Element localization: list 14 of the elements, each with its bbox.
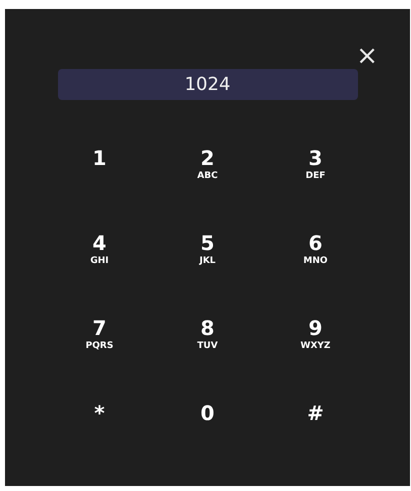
close-button[interactable]: × <box>352 43 382 69</box>
dial-key[interactable]: * <box>72 401 128 445</box>
dial-key[interactable]: 6 MNO <box>288 231 344 275</box>
number-field[interactable]: 1024 <box>58 69 358 100</box>
dial-key[interactable]: 2 ABC <box>180 146 236 190</box>
dial-key[interactable]: 8 TUV <box>180 316 236 360</box>
dial-key[interactable]: # <box>288 401 344 445</box>
dial-key[interactable]: 7 PQRS <box>72 316 128 360</box>
dial-key[interactable]: 9 WXYZ <box>288 316 344 360</box>
dial-key[interactable]: 3 DEF <box>288 146 344 190</box>
dial-key[interactable]: 5 JKL <box>180 231 236 275</box>
dial-key[interactable]: 4 GHI <box>72 231 128 275</box>
dial-key[interactable]: 1 <box>72 146 128 190</box>
dial-key[interactable]: 0 <box>180 401 236 445</box>
